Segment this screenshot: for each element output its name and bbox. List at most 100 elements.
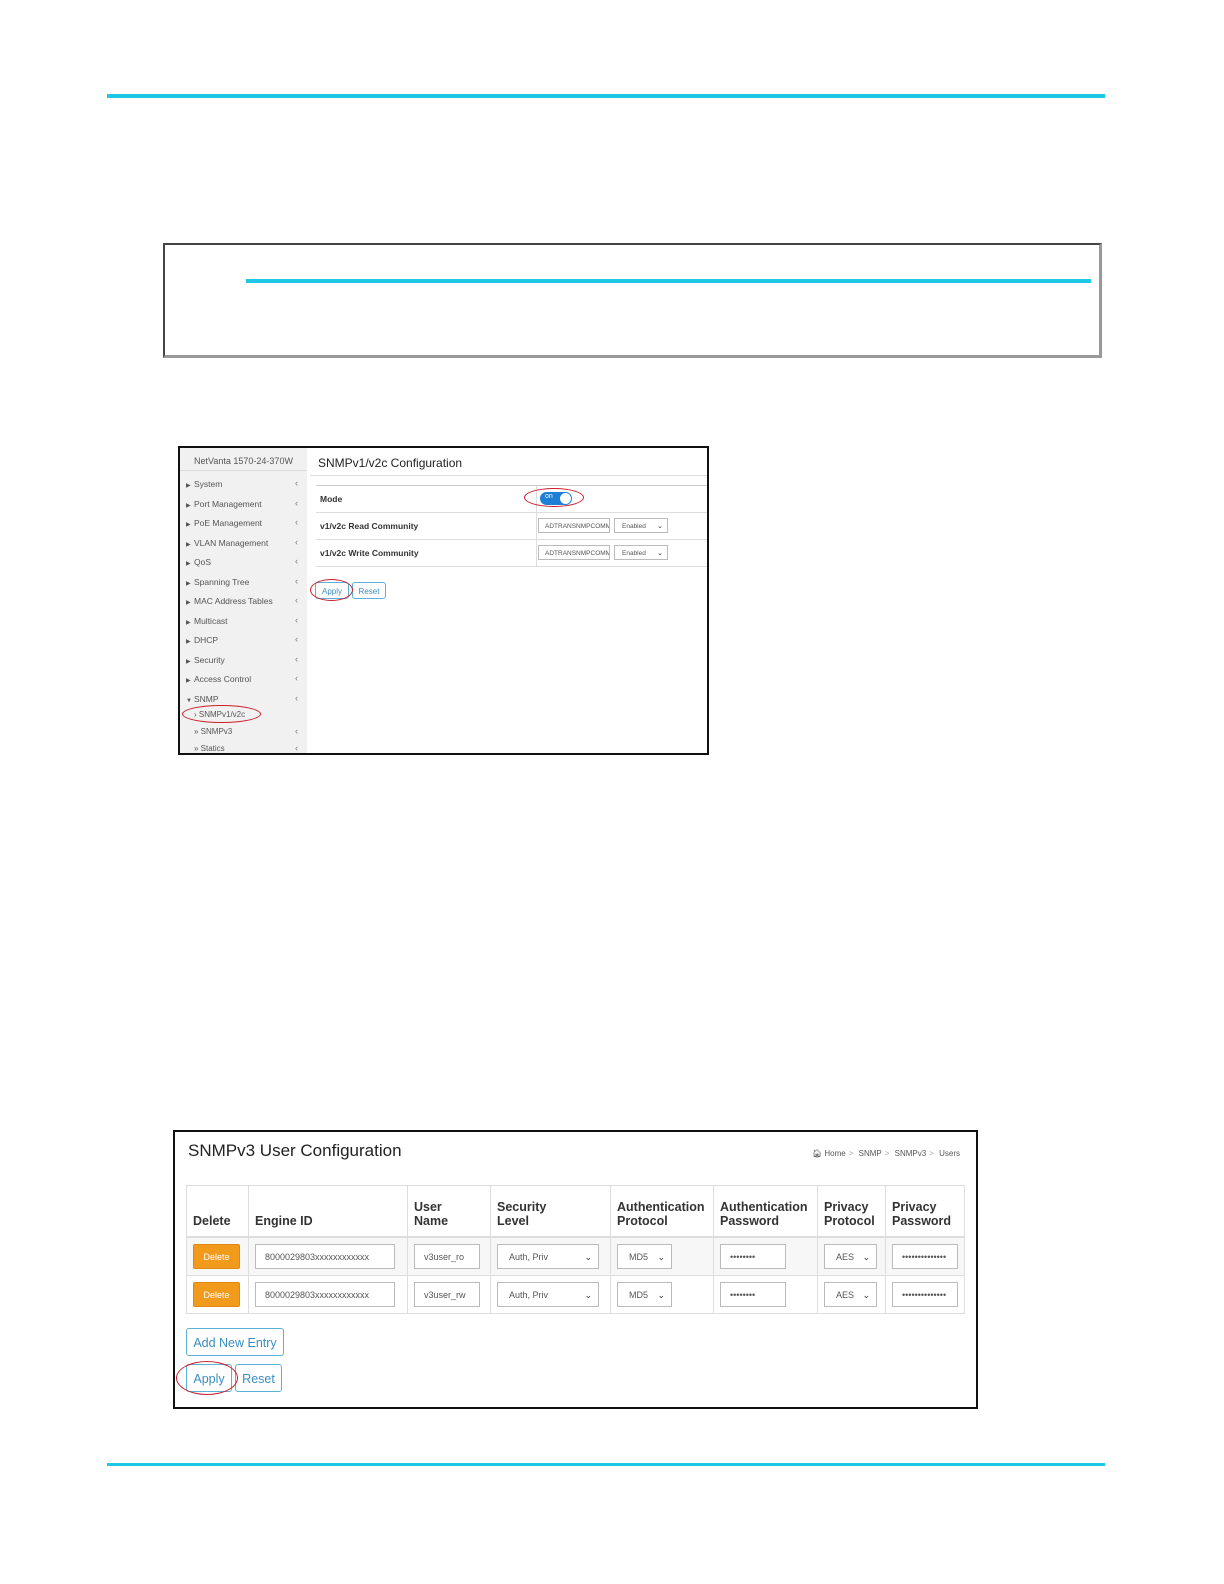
chevron-down-icon: ⌄	[862, 1290, 870, 1300]
sidebar-item-label: PoE Management	[194, 518, 263, 528]
config-row-write-community: v1/v2c Write Community ADTRANSNMPCOMM En…	[316, 540, 707, 567]
caret-right-icon: ▶	[186, 503, 191, 509]
brand-label: NetVanta 1570-24-370W	[194, 456, 293, 466]
chevron-down-icon: ⌄	[657, 1290, 665, 1300]
header-privacy-password: Privacy Password	[885, 1185, 965, 1238]
sidebar-item-label: Security	[194, 655, 225, 665]
privacy-password-input[interactable]: ••••••••••••••	[892, 1244, 958, 1269]
apply-button[interactable]: Apply	[315, 582, 349, 599]
chevron-left-icon: ‹	[295, 517, 298, 527]
engine-id-input[interactable]: 8000029803xxxxxxxxxxxx	[255, 1244, 395, 1269]
column-divider	[536, 486, 537, 512]
sidebar-item-mac-address-tables[interactable]: ▶ MAC Address Tables ‹	[186, 595, 304, 606]
mode-toggle[interactable]: on	[540, 492, 572, 505]
header-security-level: Security Level	[490, 1185, 611, 1238]
sidebar-item-spanning-tree[interactable]: ▶ Spanning Tree ‹	[186, 576, 304, 587]
page-title: SNMPv1/v2c Configuration	[318, 456, 463, 470]
chevron-left-icon: ‹	[295, 726, 298, 736]
user-name-input[interactable]: v3user_rw	[414, 1282, 480, 1307]
toggle-state-label: on	[545, 493, 553, 500]
sidebar-item-security[interactable]: ▶ Security ‹	[186, 654, 304, 665]
privacy-protocol-select[interactable]: AES ⌄	[824, 1244, 877, 1269]
sidebar-subitem-snmpv1v2c[interactable]: › SNMPv1/v2c	[194, 710, 304, 719]
sidebar-item-access-control[interactable]: ▶ Access Control ‹	[186, 673, 304, 684]
auth-protocol-select[interactable]: MD5 ⌄	[617, 1282, 672, 1307]
chevron-left-icon: ‹	[295, 693, 298, 703]
auth-password-input[interactable]: ••••••••	[720, 1282, 786, 1307]
chevron-left-icon: ‹	[295, 743, 298, 753]
security-level-select[interactable]: Auth, Priv ⌄	[497, 1282, 599, 1307]
caret-right-icon: ▶	[186, 659, 191, 665]
breadcrumb-snmpv3[interactable]: SNMPv3	[895, 1149, 927, 1158]
add-new-entry-button[interactable]: Add New Entry	[186, 1328, 284, 1356]
sidebar-subitem-snmpv3[interactable]: » SNMPv3 ‹	[194, 726, 304, 736]
breadcrumb-snmp[interactable]: SNMP	[859, 1149, 882, 1158]
privacy-password-input[interactable]: ••••••••••••••	[892, 1282, 958, 1307]
breadcrumb-home[interactable]: Home	[824, 1149, 845, 1158]
sidebar-item-poe-management[interactable]: ▶ PoE Management ‹	[186, 517, 304, 528]
user-name-input[interactable]: v3user_ro	[414, 1244, 480, 1269]
header-privacy-protocol: Privacy Protocol	[817, 1185, 886, 1238]
reset-button[interactable]: Reset	[235, 1364, 282, 1392]
caret-down-icon: ▼	[186, 698, 192, 704]
caret-right-icon: ▶	[186, 542, 191, 548]
note-rule	[246, 279, 1091, 283]
sidebar-item-label: Port Management	[194, 499, 262, 509]
snmpv3-users-screenshot: SNMPv3 User Configuration 🏠︎ Home > SNMP >…	[173, 1130, 978, 1409]
header-engine-id: Engine ID	[248, 1185, 408, 1238]
chevron-left-icon: ‹	[295, 537, 298, 547]
table-row: Delete 8000029803xxxxxxxxxxxx v3user_rw …	[186, 1275, 965, 1314]
column-divider	[536, 540, 537, 566]
sidebar-item-label: Access Control	[194, 674, 252, 684]
column-divider	[536, 513, 537, 539]
auth-password-input[interactable]: ••••••••	[720, 1244, 786, 1269]
sidebar-subitem-label: Statics	[200, 744, 225, 753]
sidebar-subitem-label: SNMPv3	[200, 727, 233, 736]
delete-button[interactable]: Delete	[193, 1244, 240, 1269]
engine-id-input[interactable]: 8000029803xxxxxxxxxxxx	[255, 1282, 395, 1307]
sidebar-item-snmp[interactable]: ▼ SNMP ‹	[186, 693, 304, 704]
sidebar-item-system[interactable]: ▶ System ‹	[186, 478, 304, 489]
privacy-protocol-select[interactable]: AES ⌄	[824, 1282, 877, 1307]
breadcrumb: 🏠︎ Home > SNMP > SNMPv3 > Users	[811, 1149, 960, 1158]
sidebar-item-label: VLAN Management	[194, 538, 269, 548]
write-community-select[interactable]: Enabled ⌄	[614, 545, 668, 560]
chevron-left-icon: ‹	[295, 673, 298, 683]
title-divider	[310, 475, 707, 476]
chevron-left-icon: ‹	[295, 634, 298, 644]
apply-button[interactable]: Apply	[186, 1364, 232, 1392]
sidebar-item-label: Spanning Tree	[194, 577, 250, 587]
sidebar-item-dhcp[interactable]: ▶ DHCP ‹	[186, 634, 304, 645]
delete-button[interactable]: Delete	[193, 1282, 240, 1307]
auth-protocol-select[interactable]: MD5 ⌄	[617, 1244, 672, 1269]
sidebar-item-vlan-management[interactable]: ▶ VLAN Management ‹	[186, 537, 304, 548]
select-value: Enabled	[622, 550, 646, 557]
reset-button[interactable]: Reset	[352, 582, 386, 599]
config-table: Mode on v1/v2c Read Community ADTRANSNMP…	[316, 485, 707, 567]
chevron-left-icon: ‹	[295, 595, 298, 605]
read-community-label: v1/v2c Read Community	[320, 521, 419, 531]
home-icon: 🏠︎	[811, 1149, 823, 1158]
security-level-select[interactable]: Auth, Priv ⌄	[497, 1244, 599, 1269]
sidebar-item-qos[interactable]: ▶ QoS ‹	[186, 556, 304, 567]
select-value: AES	[836, 1290, 855, 1300]
sidebar-item-multicast[interactable]: ▶ Multicast ‹	[186, 615, 304, 626]
sidebar-item-label: QoS	[194, 557, 212, 567]
read-community-select[interactable]: Enabled ⌄	[614, 518, 668, 533]
read-community-input[interactable]: ADTRANSNMPCOMM	[538, 518, 610, 533]
sidebar-item-label: System	[194, 479, 223, 489]
sidebar-subitem-statics[interactable]: » Statics ‹	[194, 743, 304, 753]
sidebar-item-port-management[interactable]: ▶ Port Management ‹	[186, 498, 304, 509]
config-row-read-community: v1/v2c Read Community ADTRANSNMPCOMM Ena…	[316, 513, 707, 540]
write-community-input[interactable]: ADTRANSNMPCOMM	[538, 545, 610, 560]
users-table: Delete Engine ID User Name Security Level …	[186, 1185, 965, 1314]
caret-right-icon: ▶	[186, 620, 191, 626]
header-auth-password: Authentication Password	[713, 1185, 818, 1238]
chevron-left-icon: ‹	[295, 576, 298, 586]
chevron-left-icon: ‹	[295, 615, 298, 625]
caret-right-icon: ▶	[186, 600, 191, 606]
sidebar-item-label: DHCP	[194, 635, 219, 645]
sidebar-item-label: Multicast	[194, 616, 228, 626]
chevron-left-icon: ‹	[295, 498, 298, 508]
select-value: Enabled	[622, 523, 646, 530]
